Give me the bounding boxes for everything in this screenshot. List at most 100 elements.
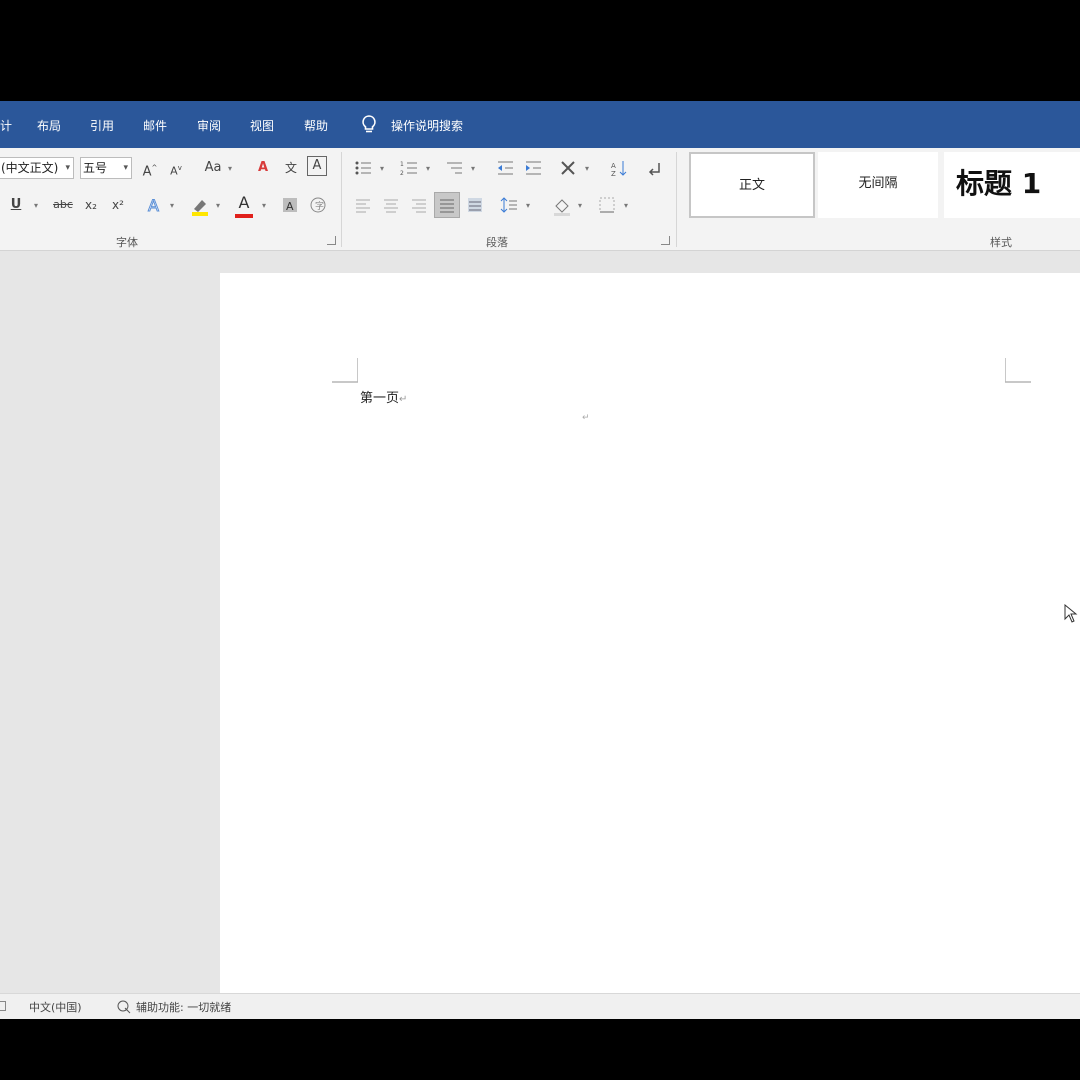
style-no-spacing-label: 无间隔 (858, 176, 898, 191)
distributed-button[interactable] (464, 194, 486, 216)
font-name-value: (中文正文) (1, 161, 59, 175)
style-normal-label: 正文 (738, 178, 765, 193)
grow-font-button[interactable]: A^ (139, 157, 161, 179)
bullets-button[interactable] (352, 157, 374, 179)
distributed-icon (468, 198, 482, 212)
align-right-icon (412, 199, 426, 213)
line-spacing-button[interactable] (498, 194, 520, 216)
bullet-list-icon (355, 161, 371, 175)
align-left-icon (356, 199, 370, 213)
superscript-button[interactable]: x² (107, 194, 129, 216)
chevron-down-icon[interactable]: ▾ (216, 201, 220, 210)
menu-mailings[interactable]: 邮件 (143, 117, 167, 135)
character-shading-button[interactable]: A (279, 194, 301, 216)
line-spacing-icon (500, 197, 517, 213)
asian-layout-icon (561, 161, 575, 175)
margin-corner-top-right (1005, 358, 1031, 383)
paragraph-group-label: 段落 (486, 236, 508, 249)
highlighter-icon (192, 200, 208, 216)
chevron-down-icon[interactable]: ▾ (426, 164, 430, 173)
menu-help[interactable]: 帮助 (304, 117, 328, 135)
font-size-combo[interactable]: 五号 ▾ (80, 157, 132, 179)
chevron-down-icon[interactable]: ▾ (170, 201, 174, 210)
style-no-spacing[interactable]: 无间隔 (818, 152, 938, 218)
phonetic-guide-button[interactable]: 文 (280, 157, 302, 179)
menu-layout[interactable]: 布局 (37, 117, 61, 135)
chevron-down-icon[interactable]: ▾ (380, 164, 384, 173)
paragraph-dialog-launcher[interactable] (661, 236, 670, 245)
text-effects-icon: A (148, 196, 160, 214)
font-size-value: 五号 (83, 161, 108, 175)
align-center-button[interactable] (380, 194, 402, 216)
svg-text:1: 1 (400, 161, 404, 168)
text-effects-button[interactable]: A (143, 194, 165, 216)
chevron-down-icon[interactable]: ▾ (585, 164, 589, 173)
change-case-label: Aa (204, 160, 222, 175)
char-shading-icon: A (283, 198, 297, 213)
enclose-characters-button[interactable]: 字 (307, 194, 329, 216)
language-indicator[interactable]: 中文(中国) (29, 999, 82, 1015)
chevron-down-icon[interactable]: ▾ (34, 201, 38, 210)
style-heading-1-label: 标题 1 (956, 167, 1042, 200)
align-right-button[interactable] (408, 194, 430, 216)
chevron-down-icon[interactable]: ▾ (578, 201, 582, 210)
paragraph-mark-icon (648, 163, 660, 176)
chevron-down-icon[interactable]: ▾ (624, 201, 628, 210)
svg-text:A: A (611, 162, 616, 170)
chevron-down-icon[interactable]: ▾ (262, 201, 266, 210)
paint-bucket-icon (554, 199, 570, 216)
char-border-label: A (312, 158, 322, 173)
menu-design[interactable]: 计 (0, 117, 12, 135)
borders-button[interactable] (596, 194, 618, 216)
show-marks-button[interactable] (643, 157, 665, 179)
shrink-font-button[interactable]: Av (165, 157, 187, 179)
font-dialog-launcher[interactable] (327, 236, 336, 245)
menu-view[interactable]: 视图 (250, 117, 274, 135)
document-text-line[interactable]: 第一页↵ (360, 387, 407, 406)
font-group-label: 字体 (116, 236, 138, 249)
accessibility-status[interactable]: 辅助功能: 一切就绪 (136, 999, 231, 1015)
svg-text:A: A (286, 200, 294, 213)
tell-me-search[interactable]: 操作说明搜索 (391, 117, 463, 135)
shading-button[interactable] (550, 194, 572, 216)
numbered-list-icon: 12 (400, 161, 417, 177)
justify-button[interactable] (434, 192, 460, 218)
chevron-down-icon[interactable]: ▾ (228, 164, 232, 173)
navigation-pane (0, 251, 220, 993)
menu-review[interactable]: 审阅 (197, 117, 221, 135)
style-heading-1[interactable]: 标题 1 (944, 152, 1080, 218)
font-color-swatch (235, 214, 253, 218)
document-page[interactable]: 第一页↵ ↵ (220, 273, 1080, 993)
grow-font-label: A (142, 164, 152, 180)
change-case-button[interactable]: Aa (200, 157, 226, 179)
svg-text:2: 2 (400, 170, 404, 177)
svg-text:字: 字 (315, 200, 324, 212)
strikethrough-button[interactable]: abc (52, 194, 74, 216)
group-divider (676, 152, 677, 247)
align-center-icon (384, 199, 398, 213)
highlight-button[interactable] (188, 194, 210, 216)
asian-layout-button[interactable] (557, 157, 579, 179)
character-border-button[interactable]: A (307, 156, 327, 176)
canvas-gap (220, 251, 1080, 273)
font-name-combo[interactable]: (中文正文) ▾ (0, 157, 74, 179)
menu-references[interactable]: 引用 (90, 117, 114, 135)
accessibility-icon[interactable] (116, 999, 132, 1015)
numbering-button[interactable]: 12 (398, 157, 420, 179)
underline-button[interactable]: U (5, 194, 27, 216)
font-color-button[interactable]: A (233, 192, 255, 214)
multilevel-list-button[interactable] (443, 157, 465, 179)
subscript-button[interactable]: x₂ (80, 194, 102, 216)
styles-group-label: 样式 (990, 236, 1012, 249)
chevron-down-icon[interactable]: ▾ (471, 164, 475, 173)
lightbulb-icon[interactable] (360, 114, 378, 134)
increase-indent-button[interactable] (522, 157, 544, 179)
align-left-button[interactable] (352, 194, 374, 216)
style-normal[interactable]: 正文 (689, 152, 815, 218)
doc-check-icon[interactable] (0, 1001, 6, 1011)
clear-formatting-button[interactable]: A (252, 157, 274, 179)
line-end-mark: ↵ (399, 394, 408, 405)
decrease-indent-button[interactable] (494, 157, 516, 179)
sort-button[interactable]: AZ (608, 157, 630, 179)
chevron-down-icon[interactable]: ▾ (526, 201, 530, 210)
